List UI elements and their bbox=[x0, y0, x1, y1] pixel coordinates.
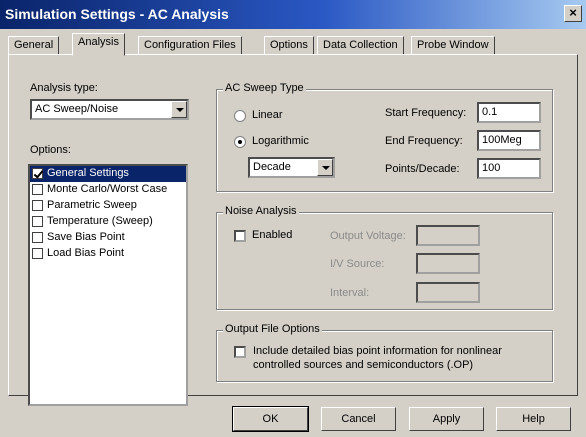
output-voltage-label: Output Voltage: bbox=[330, 230, 406, 242]
list-item-label: Temperature (Sweep) bbox=[47, 215, 153, 227]
tab-probe-window[interactable]: Probe Window bbox=[411, 36, 495, 55]
start-frequency-input[interactable]: 0.1 bbox=[477, 102, 541, 123]
temperature-sweep-checkbox[interactable] bbox=[32, 216, 43, 227]
title-bar: Simulation Settings - AC Analysis × bbox=[0, 0, 586, 29]
list-item-label: Monte Carlo/Worst Case bbox=[47, 183, 168, 195]
end-frequency-input[interactable]: 100Meg bbox=[477, 130, 541, 151]
include-bias-point-label-line2: controlled sources and semiconductors (.… bbox=[253, 359, 474, 371]
linear-label: Linear bbox=[252, 109, 283, 121]
noise-enabled-checkbox[interactable] bbox=[234, 230, 246, 242]
list-item-general-settings[interactable]: General Settings bbox=[30, 166, 186, 182]
chevron-down-icon[interactable] bbox=[171, 101, 187, 118]
list-item-label: Save Bias Point bbox=[47, 231, 125, 243]
points-per-decade-input[interactable]: 100 bbox=[477, 158, 541, 179]
iv-source-input[interactable] bbox=[416, 253, 480, 274]
log-type-select[interactable]: Decade bbox=[248, 157, 335, 178]
close-icon: × bbox=[569, 5, 577, 20]
log-type-value: Decade bbox=[253, 161, 291, 173]
logarithmic-label: Logarithmic bbox=[252, 135, 309, 147]
noise-enabled-label: Enabled bbox=[252, 229, 293, 241]
general-settings-checkbox[interactable] bbox=[32, 168, 43, 179]
list-item-parametric-sweep[interactable]: Parametric Sweep bbox=[30, 198, 186, 214]
analysis-type-select[interactable]: AC Sweep/Noise bbox=[30, 99, 189, 120]
include-bias-point-label-line1: Include detailed bias point information … bbox=[253, 345, 502, 357]
chevron-down-icon[interactable] bbox=[317, 159, 333, 176]
tab-analysis[interactable]: Analysis bbox=[72, 33, 125, 56]
noise-analysis-title: Noise Analysis bbox=[223, 205, 299, 217]
list-item-monte-carlo[interactable]: Monte Carlo/Worst Case bbox=[30, 182, 186, 198]
iv-source-label: I/V Source: bbox=[330, 258, 385, 270]
close-button[interactable]: × bbox=[564, 5, 582, 22]
noise-analysis-group: Noise Analysis bbox=[216, 205, 553, 310]
list-item-label: Parametric Sweep bbox=[47, 199, 137, 211]
logarithmic-radio[interactable] bbox=[234, 136, 246, 148]
list-item-label: Load Bias Point bbox=[47, 247, 125, 259]
window-title: Simulation Settings - AC Analysis bbox=[5, 6, 229, 22]
parametric-sweep-checkbox[interactable] bbox=[32, 200, 43, 211]
include-bias-point-checkbox[interactable] bbox=[234, 346, 246, 358]
save-bias-point-checkbox[interactable] bbox=[32, 232, 43, 243]
interval-label: Interval: bbox=[330, 287, 370, 299]
list-item-save-bias-point[interactable]: Save Bias Point bbox=[30, 230, 186, 246]
apply-button[interactable]: Apply bbox=[409, 407, 484, 431]
output-file-options-title: Output File Options bbox=[223, 323, 322, 335]
list-item-temperature-sweep[interactable]: Temperature (Sweep) bbox=[30, 214, 186, 230]
start-frequency-label: Start Frequency: bbox=[385, 107, 467, 119]
points-per-decade-label: Points/Decade: bbox=[385, 163, 460, 175]
analysis-type-value: AC Sweep/Noise bbox=[35, 103, 119, 115]
help-button[interactable]: Help bbox=[496, 407, 571, 431]
ok-button[interactable]: OK bbox=[232, 406, 309, 432]
options-label: Options: bbox=[30, 144, 71, 156]
analysis-type-label: Analysis type: bbox=[30, 82, 98, 94]
tab-options[interactable]: Options bbox=[264, 36, 314, 55]
list-item-load-bias-point[interactable]: Load Bias Point bbox=[30, 246, 186, 262]
options-listbox[interactable]: General Settings Monte Carlo/Worst Case … bbox=[28, 164, 188, 406]
output-voltage-input[interactable] bbox=[416, 225, 480, 246]
load-bias-point-checkbox[interactable] bbox=[32, 248, 43, 259]
monte-carlo-checkbox[interactable] bbox=[32, 184, 43, 195]
interval-input[interactable] bbox=[416, 282, 480, 303]
linear-radio[interactable] bbox=[234, 110, 246, 122]
end-frequency-label: End Frequency: bbox=[385, 135, 463, 147]
tab-configuration-files[interactable]: Configuration Files bbox=[138, 36, 242, 55]
list-item-label: General Settings bbox=[47, 167, 129, 179]
cancel-button[interactable]: Cancel bbox=[321, 407, 396, 431]
ac-sweep-type-title: AC Sweep Type bbox=[223, 82, 306, 94]
tab-data-collection[interactable]: Data Collection bbox=[317, 36, 404, 55]
tab-general[interactable]: General bbox=[8, 36, 60, 55]
